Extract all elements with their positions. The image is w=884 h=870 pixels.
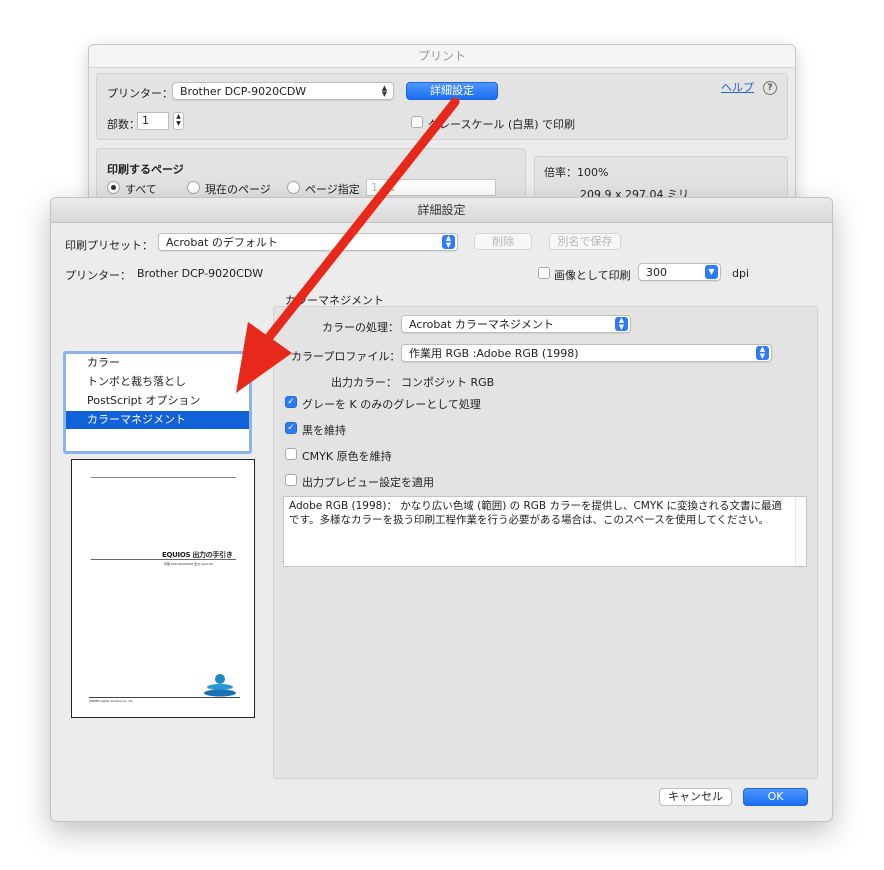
printer-select[interactable]: Brother DCP-9020CDW ▲ ▼ xyxy=(172,82,394,100)
ok-button[interactable]: OK xyxy=(743,788,808,806)
printer-select-value: Brother DCP-9020CDW xyxy=(180,85,307,98)
print-window-title: プリント xyxy=(89,45,795,68)
output-color-value: コンポジット RGB xyxy=(401,376,495,389)
pages-heading: 印刷するページ xyxy=(107,163,184,176)
pages-all-label: すべて xyxy=(125,183,157,196)
preserve-cmyk-label: CMYK 原色を維持 xyxy=(302,450,392,463)
printer-name: Brother DCP-9020CDW xyxy=(137,267,264,280)
save-as-preset-button[interactable]: 別名で保存 xyxy=(549,233,621,250)
category-item-color[interactable]: カラー xyxy=(66,354,249,372)
scale-label: 倍率：100% xyxy=(544,166,609,179)
popup-arrows-icon: ▲ ▼ xyxy=(615,317,628,331)
color-handling-value: Acrobat カラーマネジメント xyxy=(409,318,554,331)
delete-preset-button[interactable]: 削除 xyxy=(474,233,532,250)
popup-arrows-icon: ▲ ▼ xyxy=(381,84,388,98)
preview-top-rule xyxy=(91,477,236,478)
profile-description-text: Adobe RGB (1998)： かなり広い色域 (範囲) の RGB カラー… xyxy=(289,500,782,526)
printer-label: プリンター： xyxy=(65,269,131,282)
preview-doc-title: EQUIOS 出力の手引き xyxy=(162,551,233,559)
color-handling-label: カラーの処理： xyxy=(322,321,399,334)
copies-stepper[interactable]: ▲ ▼ xyxy=(173,112,184,130)
grayscale-label: グレースケール (白黒) で印刷 xyxy=(428,118,576,131)
apply-output-preview-checkbox[interactable] xyxy=(285,474,297,486)
output-color-label: 出力カラー： xyxy=(331,376,397,389)
printer-label: プリンター： xyxy=(107,87,173,100)
category-item-color-management[interactable]: カラーマネジメント xyxy=(66,411,249,429)
color-profile-select[interactable]: 作業用 RGB :Adobe RGB (1998) ▲ ▼ xyxy=(401,344,772,362)
copies-input[interactable]: 1 xyxy=(137,112,169,130)
description-scrollbar[interactable] xyxy=(795,497,806,566)
gray-as-k-checkbox[interactable]: ✓ xyxy=(285,396,297,408)
checkmark-icon: ✓ xyxy=(287,423,295,433)
pages-range-label: ページ指定 xyxy=(305,183,360,196)
advanced-settings-button[interactable]: 詳細設定 xyxy=(406,82,498,100)
preserve-black-checkbox[interactable]: ✓ xyxy=(285,422,297,434)
print-as-image-label: 画像として印刷 xyxy=(554,269,631,282)
dialog-title: 詳細設定 xyxy=(51,198,832,223)
dpi-select-value: 300 xyxy=(646,266,667,279)
profile-description: Adobe RGB (1998)： かなり広い色域 (範囲) の RGB カラー… xyxy=(283,496,807,567)
copies-label: 部数： xyxy=(107,118,140,131)
dpi-select[interactable]: 300 ▼ xyxy=(638,263,721,281)
category-item-postscript[interactable]: PostScript オプション xyxy=(66,392,249,410)
pages-range-radio[interactable] xyxy=(287,181,300,194)
grayscale-checkbox[interactable] xyxy=(411,116,423,128)
preview-logo xyxy=(203,673,237,699)
preview-doc-subtitle: 印刷 DCP-9020CDW 出力 Ver2.00 xyxy=(164,562,213,566)
preserve-black-label: 黒を維持 xyxy=(302,424,346,437)
pages-all-radio[interactable] xyxy=(107,181,120,194)
color-profile-label: カラープロファイル： xyxy=(291,350,401,363)
pages-current-radio[interactable] xyxy=(187,181,200,194)
print-as-image-checkbox[interactable] xyxy=(538,267,550,279)
preset-select-value: Acrobat のデフォルト xyxy=(166,236,278,249)
chevron-down-icon: ▼ xyxy=(705,265,718,279)
cancel-button[interactable]: キャンセル xyxy=(659,788,732,806)
pages-range-input[interactable]: 1 - 1 xyxy=(366,179,496,196)
page-preview: EQUIOS 出力の手引き 印刷 DCP-9020CDW 出力 Ver2.00 … xyxy=(71,459,255,718)
gray-as-k-label: グレーを K のみのグレーとして処理 xyxy=(302,398,481,411)
help-icon[interactable]: ? xyxy=(763,81,777,95)
popup-arrows-icon: ▲ ▼ xyxy=(756,346,769,360)
preset-select[interactable]: Acrobat のデフォルト ▲ ▼ xyxy=(158,233,458,251)
pages-current-label: 現在のページ xyxy=(205,183,271,196)
dpi-unit: dpi xyxy=(732,267,750,280)
checkmark-icon: ✓ xyxy=(287,397,295,407)
advanced-settings-dialog: 詳細設定 印刷プリセット： Acrobat のデフォルト ▲ ▼ 削除 別名で保存… xyxy=(50,197,833,822)
preview-footer-rule xyxy=(89,697,240,698)
popup-arrows-icon: ▲ ▼ xyxy=(442,235,455,249)
help-link[interactable]: ヘルプ xyxy=(721,79,754,95)
preset-label: 印刷プリセット： xyxy=(65,239,153,252)
preserve-cmyk-checkbox[interactable] xyxy=(285,448,297,460)
category-item-marks-bleeds[interactable]: トンボと裁ち落とし xyxy=(66,373,249,391)
print-window: プリント プリンター： Brother DCP-9020CDW ▲ ▼ 詳細設定 … xyxy=(88,44,796,216)
category-list[interactable]: カラー トンボと裁ち落とし PostScript オプション カラーマネジメント xyxy=(63,351,252,454)
color-handling-select[interactable]: Acrobat カラーマネジメント ▲ ▼ xyxy=(401,315,631,333)
color-profile-value: 作業用 RGB :Adobe RGB (1998) xyxy=(409,347,579,360)
preview-doc-footer: SCREEN Graphic Solutions Co., Ltd. xyxy=(89,700,134,703)
apply-output-preview-label: 出力プレビュー設定を適用 xyxy=(302,476,434,489)
